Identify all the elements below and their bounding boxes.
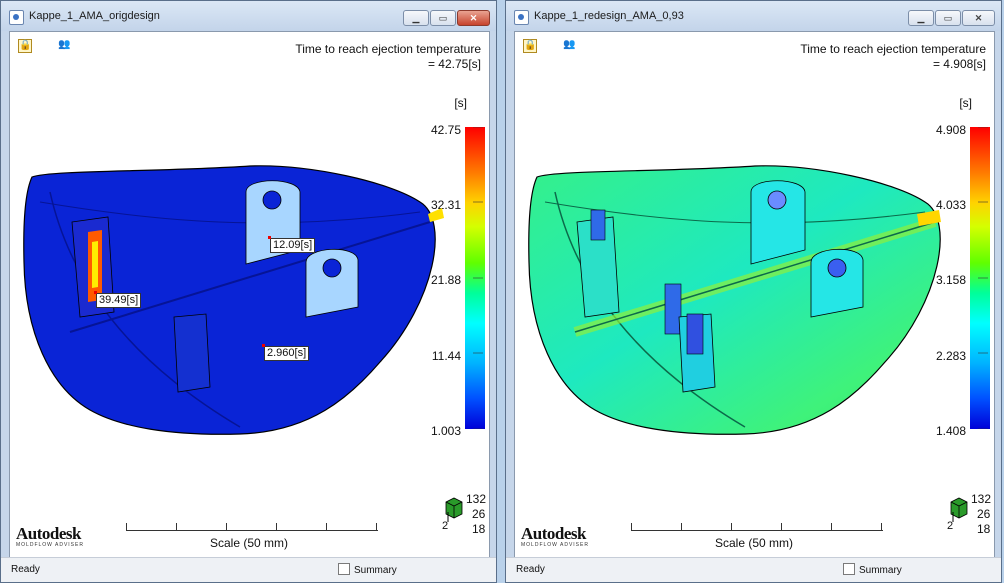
window-origdesign[interactable]: Kappe_1_AMA_origdesign ▁ ▭ ✕ 🔒 👥 Time to… xyxy=(0,0,497,583)
summary-checkbox[interactable]: Summary xyxy=(338,563,397,576)
triad-label: 2 xyxy=(947,520,954,532)
minimize-button[interactable]: ▁ xyxy=(908,10,934,26)
close-button[interactable]: ✕ xyxy=(962,10,995,26)
maximize-icon: ▭ xyxy=(943,13,953,23)
result-viewport[interactable]: 🔒 👥 Time to reach ejection temperature =… xyxy=(9,31,490,558)
triad-label: 26 xyxy=(472,507,486,521)
scale-label: Scale (50 mm) xyxy=(715,536,794,550)
window-title: Kappe_1_redesign_AMA_0,93 xyxy=(534,10,684,22)
scale-bar xyxy=(631,522,883,531)
view-triad-icon[interactable]: 132 26 18 2 xyxy=(442,492,489,536)
triad-label: 132 xyxy=(971,492,992,506)
boss-2 xyxy=(173,313,211,393)
triad-label: 26 xyxy=(977,507,991,521)
maximize-icon: ▭ xyxy=(438,13,448,23)
triad-label: 132 xyxy=(466,492,487,506)
summary-checkbox[interactable]: Summary xyxy=(843,563,902,576)
app-icon xyxy=(9,10,24,25)
status-text: Ready xyxy=(516,564,545,575)
close-button[interactable]: ✕ xyxy=(457,10,490,26)
close-icon: ✕ xyxy=(974,13,983,23)
result-viewport[interactable]: 🔒 👥 Time to reach ejection temperature =… xyxy=(514,31,995,558)
part-model[interactable] xyxy=(515,32,995,552)
view-triad-icon[interactable]: 132 26 18 2 xyxy=(947,492,994,536)
gate-marker xyxy=(428,208,444,222)
title-bar[interactable]: Kappe_1_AMA_origdesign ▁ ▭ ✕ xyxy=(1,1,496,31)
triad-label: 2 xyxy=(442,520,449,532)
window-title: Kappe_1_AMA_origdesign xyxy=(29,10,160,22)
maximize-button[interactable]: ▭ xyxy=(430,10,456,26)
minimize-icon: ▁ xyxy=(917,13,925,23)
summary-label: Summary xyxy=(354,565,397,576)
app-icon xyxy=(514,10,529,25)
probe-label: 12.09[s] xyxy=(267,236,316,253)
probe-label: 2.960[s] xyxy=(261,344,310,361)
boss-2 xyxy=(664,283,682,335)
autodesk-logo: Autodesk MOLDFLOW ADVISER xyxy=(521,524,589,548)
triad-label: 18 xyxy=(977,522,991,536)
window-redesign[interactable]: Kappe_1_redesign_AMA_0,93 ▁ ▭ ✕ 🔒 👥 Time… xyxy=(505,0,1002,583)
scale-label: Scale (50 mm) xyxy=(210,536,289,550)
status-bar: Ready Summary xyxy=(506,557,1001,582)
close-icon: ✕ xyxy=(469,13,478,23)
probe-label: 39.49[s] xyxy=(93,291,142,308)
triad-label: 18 xyxy=(472,522,486,536)
status-bar: Ready Summary xyxy=(1,557,496,582)
status-text: Ready xyxy=(11,564,40,575)
summary-label: Summary xyxy=(859,565,902,576)
minimize-button[interactable]: ▁ xyxy=(403,10,429,26)
autodesk-logo: Autodesk MOLDFLOW ADVISER xyxy=(16,524,84,548)
scale-bar xyxy=(126,522,378,531)
maximize-button[interactable]: ▭ xyxy=(935,10,961,26)
title-bar[interactable]: Kappe_1_redesign_AMA_0,93 ▁ ▭ ✕ xyxy=(506,1,1001,31)
part-model[interactable] xyxy=(10,32,490,552)
minimize-icon: ▁ xyxy=(412,13,420,23)
